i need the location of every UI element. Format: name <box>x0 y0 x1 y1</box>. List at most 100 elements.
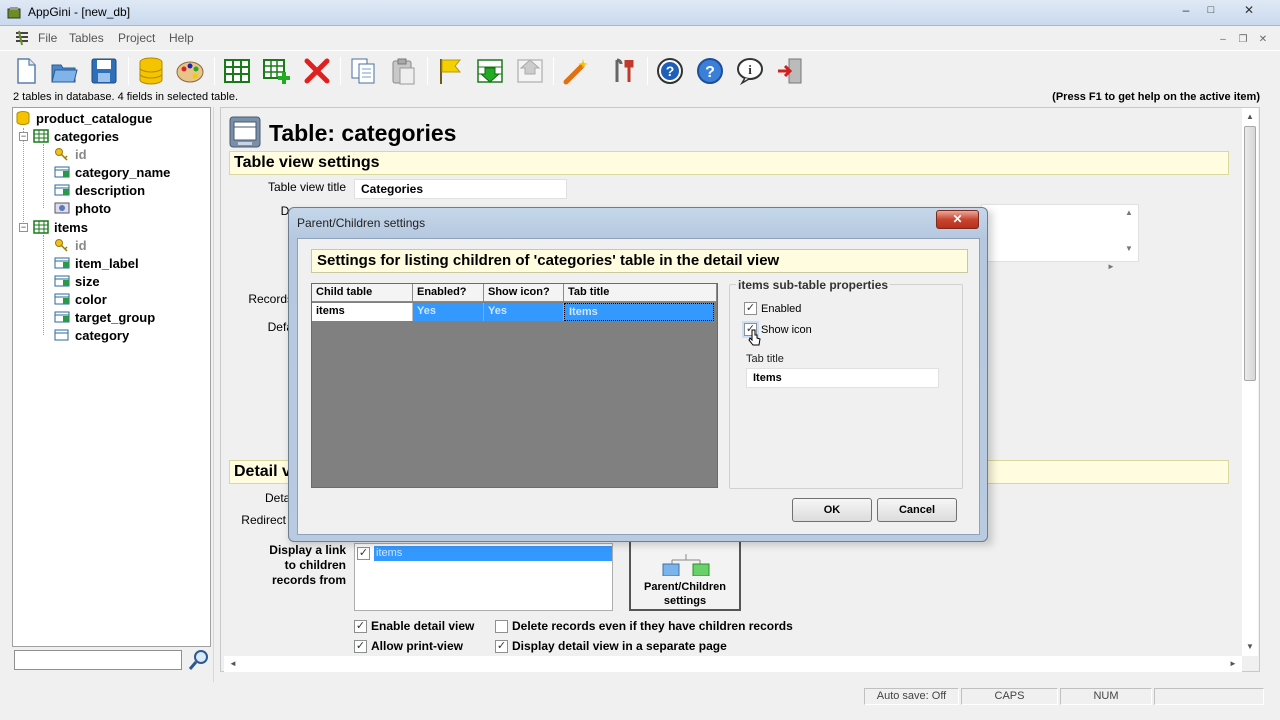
menu-project[interactable]: Project <box>118 31 155 45</box>
tools-icon[interactable] <box>607 54 641 88</box>
paste-icon[interactable] <box>386 54 420 88</box>
section-table-view-settings: Table view settings <box>229 151 1229 175</box>
grid-cell-show-icon[interactable]: Yes <box>484 303 564 321</box>
grid-cell-child-table[interactable]: items <box>312 303 413 321</box>
collapse-items-button[interactable]: − <box>19 223 28 232</box>
children-tables-list[interactable]: ✓ items <box>354 543 613 611</box>
parent-children-settings-button[interactable]: Parent/Children settings <box>629 536 741 611</box>
tree-db-root[interactable]: product_catalogue <box>15 109 152 127</box>
children-list-checkbox[interactable]: ✓ <box>357 547 370 560</box>
exit-icon[interactable] <box>773 54 807 88</box>
scrollbar-thumb[interactable] <box>1244 126 1256 381</box>
menu-tables[interactable]: Tables <box>69 31 104 45</box>
scroll-left-arrow-icon[interactable]: ◄ <box>226 656 240 672</box>
allow-print-view-option[interactable]: ✓ Allow print-view <box>354 639 463 653</box>
subtable-properties-group: items sub-table properties ✓ Enabled ✓ Sho… <box>729 278 963 489</box>
enabled-option[interactable]: ✓ Enabled <box>744 302 801 315</box>
separate-page-checkbox[interactable]: ✓ <box>495 639 508 653</box>
scroll-down-arrow-icon[interactable]: ▼ <box>1242 640 1258 654</box>
tree-field-target-group[interactable]: target_group <box>54 308 155 326</box>
main-vertical-scrollbar[interactable]: ▲ ▼ <box>1242 108 1258 656</box>
tree-field-photo[interactable]: photo <box>54 199 111 217</box>
help-icon[interactable]: ? <box>653 54 687 88</box>
grid-header-show-icon[interactable]: Show icon? <box>484 284 564 302</box>
database-icon[interactable] <box>134 54 168 88</box>
tree-field-color[interactable]: color <box>54 290 107 308</box>
tree-field-size[interactable]: size <box>54 272 100 290</box>
tab-title-input[interactable]: Items <box>746 368 939 388</box>
move-up-icon[interactable] <box>513 54 547 88</box>
separate-page-option[interactable]: ✓ Display detail view in a separate page <box>495 639 727 653</box>
field-icon <box>54 257 70 269</box>
mdi-minimize-button[interactable]: – <box>1215 32 1231 46</box>
scroll-up-arrow-icon[interactable]: ▲ <box>1242 110 1258 124</box>
description-input[interactable] <box>981 204 1139 262</box>
info-icon[interactable]: i <box>733 54 767 88</box>
close-window-button[interactable]: ✕ <box>1238 2 1260 18</box>
new-file-icon[interactable] <box>9 54 43 88</box>
tree-table-categories[interactable]: categories <box>33 127 119 145</box>
tree-field-category[interactable]: category <box>54 326 129 344</box>
scroll-down-icon[interactable]: ▼ <box>1125 244 1133 253</box>
mdi-restore-button[interactable]: ❐ <box>1235 32 1251 46</box>
open-folder-icon[interactable] <box>47 54 81 88</box>
pane-splitter[interactable] <box>213 107 215 682</box>
app-menu-icon[interactable] <box>14 30 30 46</box>
tree-search-input[interactable] <box>14 650 182 670</box>
move-down-icon[interactable] <box>473 54 507 88</box>
dialog-close-button[interactable]: ✕ <box>936 210 979 229</box>
tree-field-id[interactable]: id <box>54 236 87 254</box>
grid-header-child-table[interactable]: Child table <box>312 284 413 302</box>
menu-file[interactable]: File <box>38 31 57 45</box>
parent-children-dialog: Parent/Children settings ✕ Settings for … <box>288 207 988 542</box>
toolbar: ? ? i <box>0 50 1280 90</box>
tree-field-description[interactable]: description <box>54 181 145 199</box>
grid-cell-tab-title[interactable]: Items <box>564 303 714 321</box>
grid-header-tab-title[interactable]: Tab title <box>564 284 717 302</box>
magic-wand-icon[interactable] <box>559 54 593 88</box>
tree-field-category-name[interactable]: category_name <box>54 163 170 181</box>
redirect-label: Redirect a <box>241 513 296 527</box>
allow-print-view-checkbox[interactable]: ✓ <box>354 639 367 653</box>
collapse-categories-button[interactable]: − <box>19 132 28 141</box>
children-grid[interactable]: Child table Enabled? Show icon? Tab titl… <box>311 283 718 488</box>
autosave-status: Auto save: Off <box>864 688 959 705</box>
enable-detail-view-option[interactable]: ✓ Enable detail view <box>354 619 474 633</box>
search-icon[interactable] <box>187 648 211 672</box>
scroll-right-icon[interactable]: ► <box>1107 262 1115 271</box>
table-grid-icon[interactable] <box>220 54 254 88</box>
project-tree[interactable]: product_catalogue − categories id catego… <box>12 107 211 647</box>
menu-help[interactable]: Help <box>169 31 194 45</box>
mouse-cursor-icon <box>748 329 761 346</box>
tree-table-items[interactable]: items <box>33 218 88 236</box>
maximize-button[interactable]: □ <box>1200 2 1222 18</box>
tree-field-id[interactable]: id <box>54 145 87 163</box>
delete-with-children-option[interactable]: Delete records even if they have childre… <box>495 619 793 633</box>
menu-bar: File Tables Project Help – ❐ ✕ <box>0 27 1280 49</box>
num-status: NUM <box>1060 688 1152 705</box>
mdi-close-button[interactable]: ✕ <box>1255 32 1271 46</box>
ok-button[interactable]: OK <box>792 498 872 522</box>
help-context-icon[interactable]: ? <box>693 54 727 88</box>
tree-field-item-label[interactable]: item_label <box>54 254 139 272</box>
save-icon[interactable] <box>87 54 121 88</box>
children-list-item[interactable]: ✓ items <box>357 546 612 561</box>
db-summary: 2 tables in database. 4 fields in select… <box>13 91 239 103</box>
cancel-button[interactable]: Cancel <box>877 498 957 522</box>
scroll-up-icon[interactable]: ▲ <box>1125 208 1133 217</box>
flag-icon[interactable] <box>433 54 467 88</box>
grid-header-enabled[interactable]: Enabled? <box>413 284 484 302</box>
table-view-title-input[interactable]: Categories <box>354 179 567 199</box>
enabled-checkbox[interactable]: ✓ <box>744 302 757 315</box>
minimize-button[interactable]: – <box>1175 2 1197 18</box>
main-horizontal-scrollbar[interactable]: ◄ ► <box>224 656 1242 672</box>
copy-icon[interactable] <box>346 54 380 88</box>
add-table-icon[interactable] <box>260 54 294 88</box>
grid-cell-enabled[interactable]: Yes <box>413 303 484 321</box>
delete-icon[interactable] <box>300 54 334 88</box>
delete-with-children-checkbox[interactable] <box>495 619 508 633</box>
dialog-header: Settings for listing children of 'catego… <box>311 249 968 273</box>
enable-detail-view-checkbox[interactable]: ✓ <box>354 619 367 633</box>
palette-icon[interactable] <box>173 54 207 88</box>
scroll-right-arrow-icon[interactable]: ► <box>1226 656 1240 672</box>
